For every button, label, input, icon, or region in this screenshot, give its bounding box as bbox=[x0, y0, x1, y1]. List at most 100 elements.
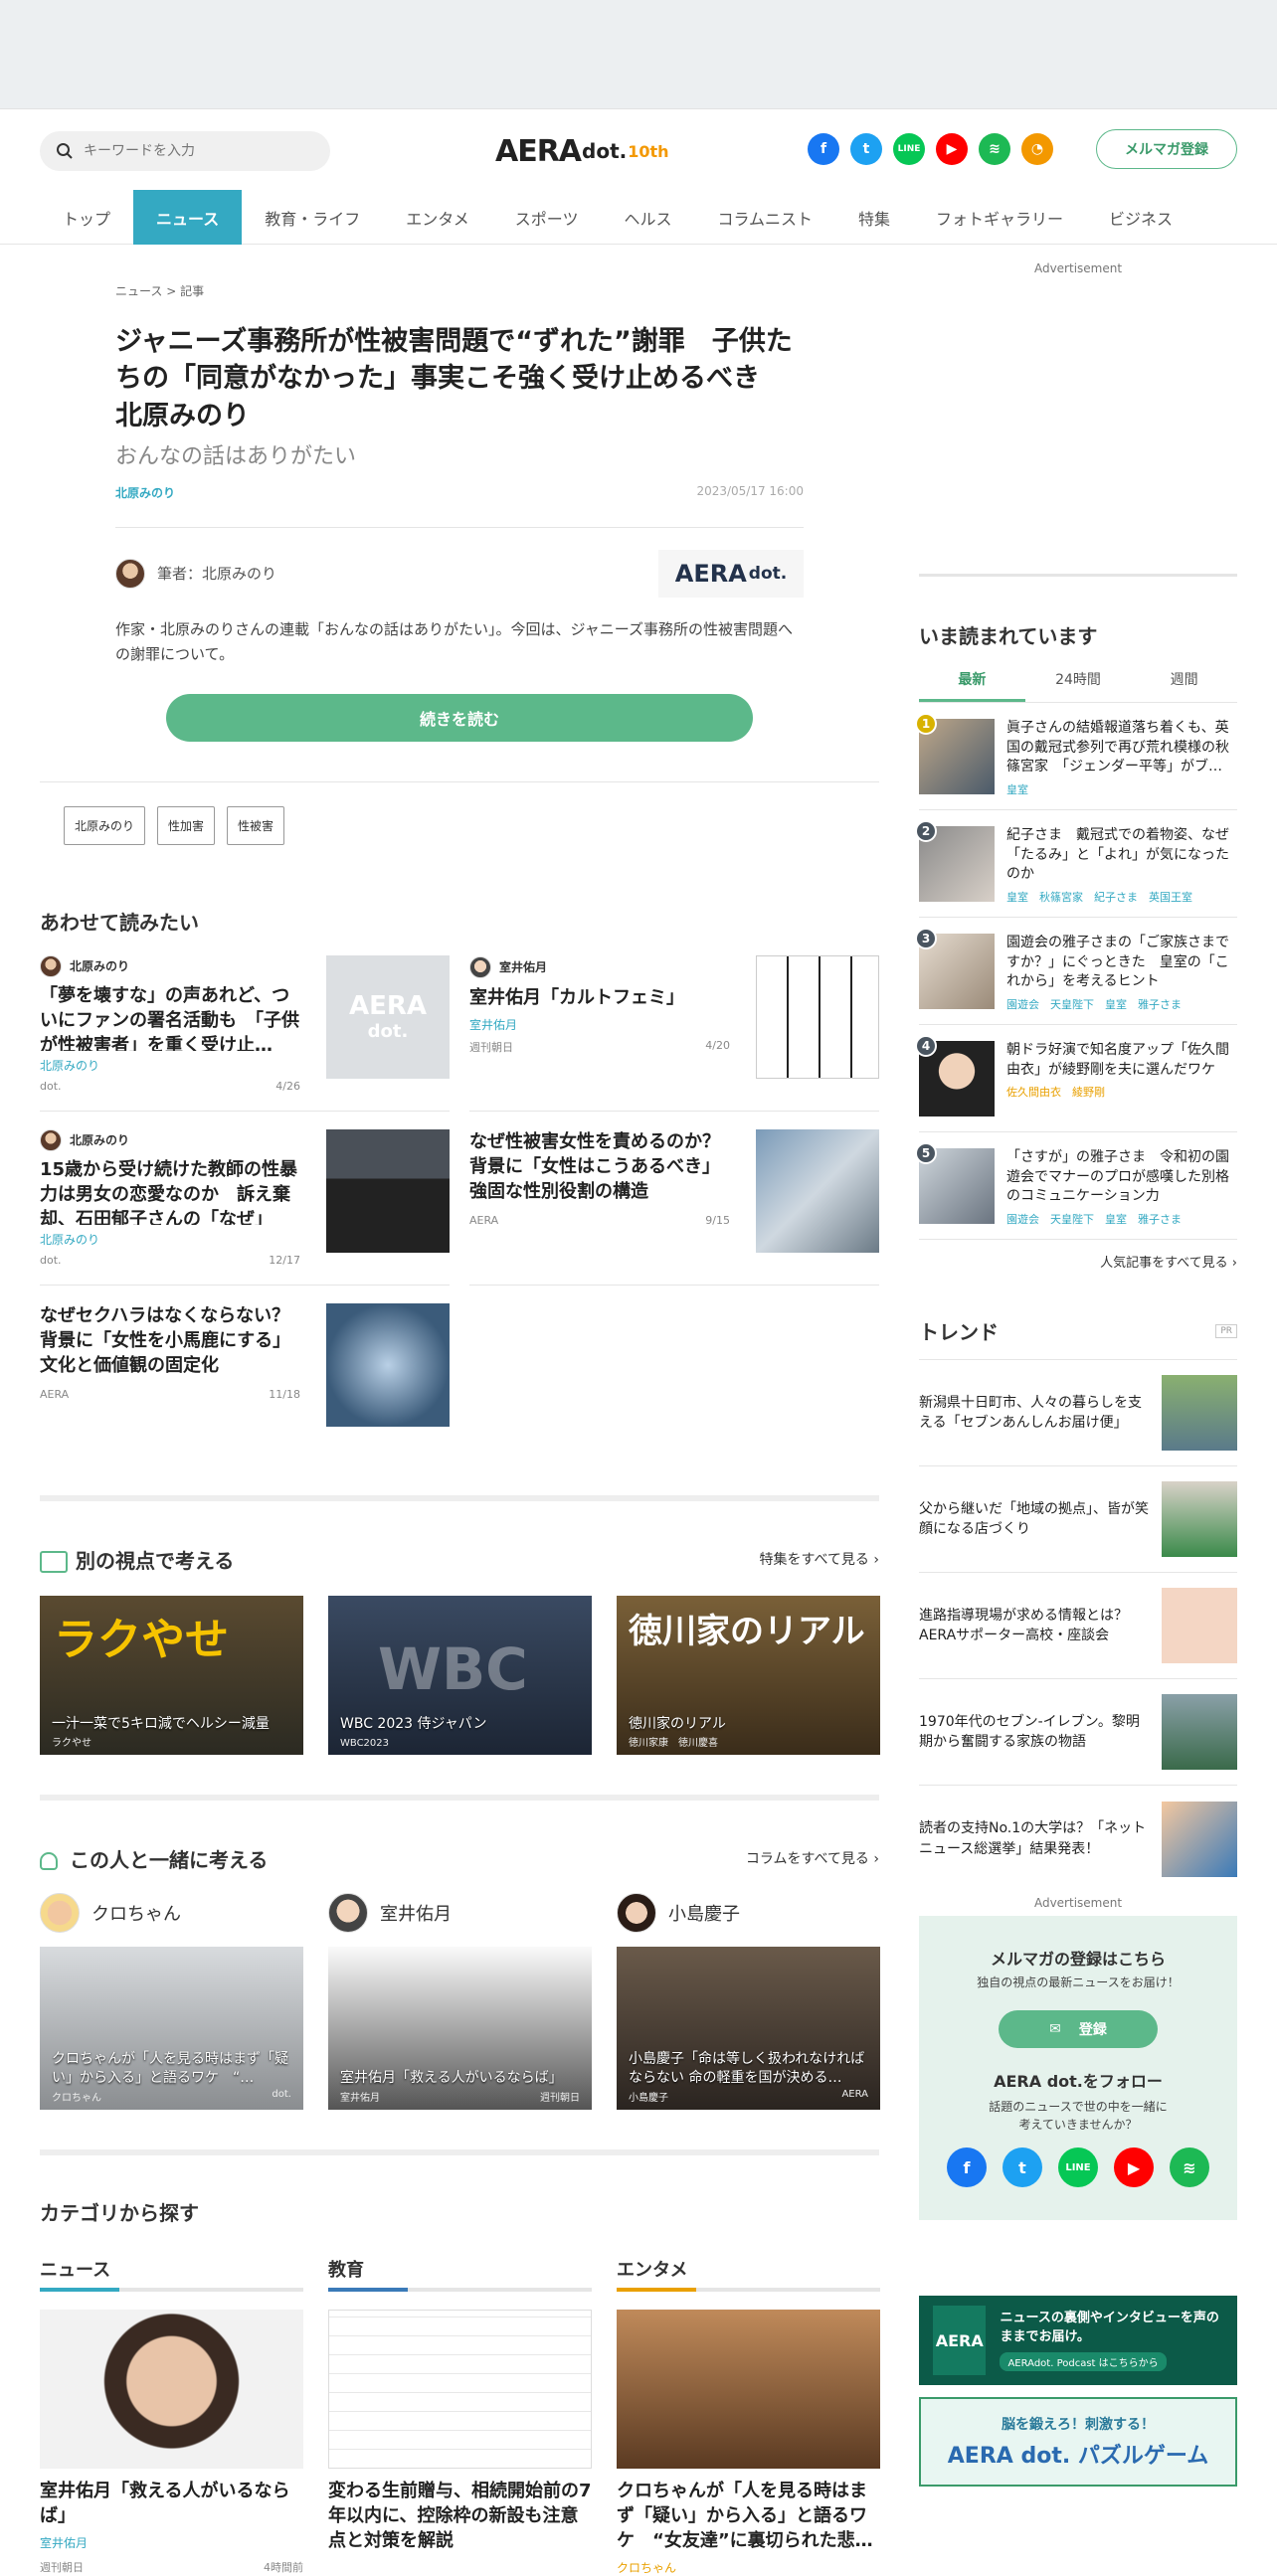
category-column[interactable]: エンタメ クロちゃんが「人を見る時はまず「疑い」から入る」と語るワケ “女友達”… bbox=[617, 2256, 880, 2576]
nav-features[interactable]: 特集 bbox=[835, 190, 913, 245]
search-input[interactable] bbox=[84, 143, 302, 159]
person-card[interactable]: 室井佑月 室井佑月「救える人がいるならば」 室井佑月 週刊朝日 bbox=[328, 1892, 592, 2110]
trend-thumbnail bbox=[1162, 1694, 1237, 1770]
spotify-icon[interactable]: ≋ bbox=[979, 133, 1010, 165]
related-card[interactable]: なぜ性被害女性を責めるのか？背景に「女性はこうあるべき」強固な性別役割の構造 A… bbox=[469, 1128, 879, 1286]
nav-gallery[interactable]: フォトギャラリー bbox=[913, 190, 1086, 245]
people-header: この人と一緒に考える コラムをすべて見る › bbox=[40, 1844, 879, 1873]
line-icon[interactable]: LINE bbox=[893, 133, 925, 165]
site-header: AERAdot.10th f t LINE ▶ ≋ ◔ メルマガ登録 トップ ニ… bbox=[0, 109, 1277, 245]
podcast-banner[interactable]: AERA ニュースの裏側やインタビューを声のままでお届け。 AERAdot. Po… bbox=[919, 2296, 1237, 2385]
author-row: 筆者：北原みのり AERA dot. bbox=[115, 549, 804, 598]
trend-item[interactable]: 1970年代のセブン-イレブン。黎明期から奮闘する家族の物語 bbox=[919, 1679, 1237, 1786]
divider bbox=[919, 574, 1237, 577]
feature-card[interactable]: WBC WBC 2023 侍ジャパン WBC2023 bbox=[328, 1595, 592, 1755]
ranking-thumbnail: 4 bbox=[915, 1035, 995, 1116]
related-card[interactable]: 室井佑月 室井佑月「カルトフェミ」 室井佑月 週刊朝日 4/20 bbox=[469, 954, 879, 1112]
trend-item[interactable]: 父から継いだ「地域の拠点」、皆が笑顔になる店づくり bbox=[919, 1466, 1237, 1573]
tab-latest[interactable]: 最新 bbox=[919, 669, 1025, 702]
tag[interactable]: 北原みのり bbox=[64, 805, 146, 845]
feature-card[interactable]: ラクやせ 一汁一菜で5キロ減でヘルシー減量 ラクやせ bbox=[40, 1595, 303, 1755]
ranking-tabs: 最新 24時間 週間 bbox=[919, 669, 1237, 703]
ranking-item[interactable]: 2 紀子さま 戴冠式での着物姿、なぜ「たるみ」と「よれ」が気になったのか 皇室 秋篠… bbox=[915, 810, 1237, 918]
youtube-icon[interactable]: ▶ bbox=[936, 133, 968, 165]
tag-list: 北原みのり 性加害 性被害 bbox=[40, 780, 879, 845]
photo-thumbnail bbox=[326, 1302, 450, 1427]
ad-label: Advertisement bbox=[1033, 261, 1123, 275]
categories-heading: カテゴリから探す bbox=[40, 2200, 199, 2225]
ranking-thumbnail: 5 bbox=[915, 1142, 995, 1224]
trend-thumbnail bbox=[1162, 1375, 1237, 1451]
publisher-logo: AERA dot. bbox=[658, 549, 804, 598]
trend-thumbnail bbox=[1162, 1801, 1237, 1877]
person-card[interactable]: 小島慶子 小島慶子「命は等しく扱われなければならない 命の軽重を国が決める… 小島… bbox=[617, 1892, 880, 2110]
trend-item[interactable]: 進路指導現場が求める情報とは？AERAサポーター高校・座談会 bbox=[919, 1573, 1237, 1679]
line-icon[interactable]: LINE bbox=[1058, 2147, 1098, 2187]
search-icon bbox=[57, 143, 73, 159]
divider bbox=[40, 2148, 879, 2155]
related-card[interactable]: 北原みのり 15歳から受け続けた教師の性暴力は男女の恋愛なのか 訴え棄却、石田郁… bbox=[40, 1128, 450, 1286]
rss-icon[interactable]: ◔ bbox=[1021, 133, 1053, 165]
nav-entertainment[interactable]: エンタメ bbox=[383, 190, 492, 245]
trend-item[interactable]: 新潟県十日町市、人々の暮らしを支える「セブンあんしんお届け便」 bbox=[919, 1360, 1237, 1466]
person-card[interactable]: クロちゃん クロちゃんが「人を見る時はまず「疑い」から入る」と語るワケ “… クロ… bbox=[40, 1892, 303, 2110]
newsletter-button[interactable]: メルマガ登録 bbox=[1096, 129, 1237, 169]
ranking-thumbnail: 2 bbox=[915, 820, 995, 902]
category-column[interactable]: 教育 変わる生前贈与、相続開始前の7年以内に、控除枠の新設も注意点と対策を解説 bbox=[328, 2256, 592, 2576]
sidebar: Advertisement いま読まれています 最新 24時間 週間 1 眞子さん… bbox=[915, 245, 1237, 2487]
article-lead: 作家・北原みのりさんの連載「おんなの話はありがたい」。今回は、ジャニーズ事務所の… bbox=[115, 619, 794, 664]
nav-education[interactable]: 教育・ライフ bbox=[242, 190, 383, 245]
related-heading: あわせて読みたい bbox=[40, 910, 199, 935]
facebook-icon[interactable]: f bbox=[808, 133, 839, 165]
ranking-item[interactable]: 1 眞子さんの結婚報道落ち着くも、英国の戴冠式参列で再び荒れ模様の秋篠宮家 「ジェ… bbox=[915, 703, 1237, 810]
photo-thumbnail bbox=[756, 1128, 879, 1253]
twitter-icon[interactable]: t bbox=[850, 133, 882, 165]
nav-sports[interactable]: スポーツ bbox=[492, 190, 602, 245]
nav-health[interactable]: ヘルス bbox=[601, 190, 694, 245]
ranking: いま読まれています 最新 24時間 週間 1 眞子さんの結婚報道落ち着くも、英国の… bbox=[915, 620, 1237, 1271]
category-image bbox=[617, 2309, 880, 2469]
columns-more-link[interactable]: コラムをすべて見る › bbox=[746, 1848, 879, 1868]
tab-weekly[interactable]: 週間 bbox=[1131, 669, 1237, 702]
newsletter-register-button[interactable]: ✉ 登録 bbox=[999, 2010, 1158, 2048]
spotify-icon[interactable]: ≋ bbox=[1170, 2147, 1209, 2187]
feature-card[interactable]: 徳川家のリアル 徳川家のリアル 徳川家康 徳川慶喜 bbox=[617, 1595, 880, 1755]
ranking-more-link[interactable]: 人気記事をすべて見る › bbox=[919, 1252, 1237, 1271]
site-logo[interactable]: AERA dot. 10th bbox=[495, 131, 669, 171]
nav-columnist[interactable]: コラムニスト bbox=[694, 190, 835, 245]
pr-badge: PR bbox=[1215, 1323, 1237, 1338]
tag[interactable]: 性被害 bbox=[227, 805, 285, 845]
tag[interactable]: 性加害 bbox=[157, 805, 216, 845]
nav-business[interactable]: ビジネス bbox=[1086, 190, 1195, 245]
avatar bbox=[328, 1892, 368, 1933]
divider bbox=[40, 1794, 879, 1801]
related-card[interactable]: 北原みのり 「夢を壊すな」の声あれど、ついにファンの署名活動も 「子供が性被害者… bbox=[40, 954, 450, 1112]
trend-item[interactable]: 読者の支持No.1の大学は？「ネットニュース総選挙」結果発表！ bbox=[919, 1786, 1237, 1892]
related-card[interactable]: なぜセクハラはなくならない？背景に「女性を小馬鹿にする」文化と価値観の固定化 A… bbox=[40, 1302, 450, 1460]
nav-news[interactable]: ニュース bbox=[133, 190, 243, 245]
photo-thumbnail bbox=[326, 1128, 450, 1253]
nav-top[interactable]: トップ bbox=[40, 190, 133, 245]
column-thumbnail: クロちゃんが「人を見る時はまず「疑い」から入る」と語るワケ “… クロちゃん dot… bbox=[40, 1946, 303, 2110]
features-grid: ラクやせ 一汁一菜で5キロ減でヘルシー減量 ラクやせ WBC WBC 2023 侍… bbox=[40, 1595, 880, 1755]
categories-grid: ニュース 室井佑月「救える人がいるならば」 室井佑月 週刊朝日 4時間前 教育 変… bbox=[40, 2256, 880, 2576]
search-box[interactable] bbox=[40, 131, 330, 171]
sidebar-ad bbox=[919, 275, 1237, 574]
ranking-item[interactable]: 5 「さすが」の雅子さま 令和初の園遊会でマナーのプロが感嘆した別格のコミュニケー… bbox=[915, 1132, 1237, 1240]
avatar bbox=[115, 558, 145, 589]
features-header: 別の視点で考える 特集をすべて見る › bbox=[40, 1545, 879, 1574]
youtube-icon[interactable]: ▶ bbox=[1114, 2147, 1154, 2187]
tab-24h[interactable]: 24時間 bbox=[1025, 669, 1132, 702]
column-thumbnail: 室井佑月「救える人がいるならば」 室井佑月 週刊朝日 bbox=[328, 1946, 592, 2110]
read-more-button[interactable]: 続きを読む bbox=[166, 693, 753, 742]
features-more-link[interactable]: 特集をすべて見る › bbox=[759, 1549, 879, 1569]
ranking-item[interactable]: 4 朝ドラ好演で知名度アップ「佐久間由衣」が綾野剛を夫に選んだワケ 佐久間由衣 綾野… bbox=[915, 1025, 1237, 1132]
ranking-item[interactable]: 3 園遊会の雅子さまの「ご家族さまですか？」にぐっときた 皇室の「これから」を考え… bbox=[915, 918, 1237, 1025]
category-column[interactable]: ニュース 室井佑月「救える人がいるならば」 室井佑月 週刊朝日 4時間前 bbox=[40, 2256, 303, 2576]
twitter-icon[interactable]: t bbox=[1003, 2147, 1042, 2187]
breadcrumb[interactable]: ニュース > 記事 bbox=[115, 282, 879, 299]
facebook-icon[interactable]: f bbox=[947, 2147, 987, 2187]
author-link[interactable]: 北原みのり bbox=[115, 484, 175, 501]
person-icon bbox=[40, 1852, 58, 1871]
puzzle-banner[interactable]: 脳を鍛えろ！刺激する！ AERA dot. パズルゲーム bbox=[919, 2397, 1237, 2487]
